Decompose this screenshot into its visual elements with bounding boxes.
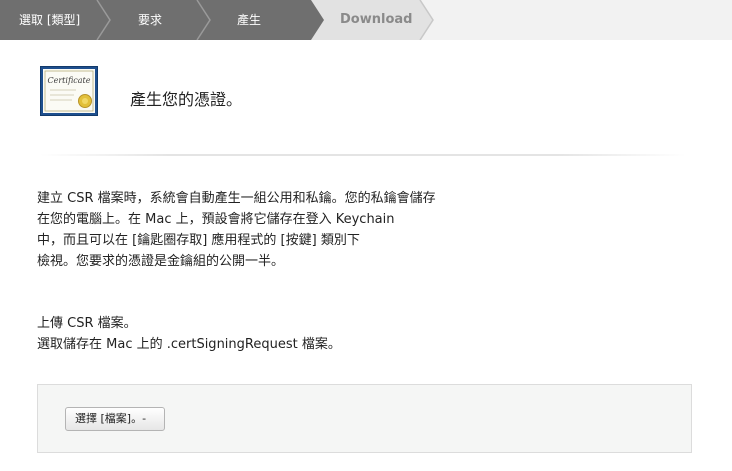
divider (40, 154, 686, 156)
upload-section: 上傳 CSR 檔案。 選取儲存在 Mac 上的 .certSigningRequ… (37, 313, 341, 355)
file-upload-box: 選擇 [檔案]。- (37, 384, 692, 453)
upload-description: 選取儲存在 Mac 上的 .certSigningRequest 檔案。 (37, 337, 341, 352)
page-title: 產生您的憑證。 (130, 90, 243, 109)
step-generate: 產生 (237, 13, 262, 27)
step-download: Download (340, 12, 413, 27)
progress-steps: 選取 [類型] 要求 產生 Download (0, 0, 732, 40)
step-request: 要求 (138, 13, 163, 27)
choose-file-button[interactable]: 選擇 [檔案]。- (65, 407, 165, 431)
info-line: 在您的電腦上。在 Mac 上，預設會將它儲存在登入 Keychain (37, 212, 395, 227)
info-line: 建立 CSR 檔案時，系統會自動產生一組公用和私鑰。您的私鑰會儲存 (37, 191, 436, 206)
info-line: 中，而且可以在 [鑰匙圈存取] 應用程式的 [按鍵] 類別下 (37, 233, 360, 248)
certificate-icon: Certificate (40, 66, 98, 116)
step-select-type: 選取 [類型] (19, 13, 81, 27)
upload-heading: 上傳 CSR 檔案。 (37, 316, 137, 331)
certificate-icon-text: Certificate (48, 76, 91, 85)
info-line: 檢視。您要求的憑證是金鑰組的公開一半。 (37, 254, 285, 269)
info-text: 建立 CSR 檔案時，系統會自動產生一組公用和私鑰。您的私鑰會儲存 在您的電腦上… (37, 188, 477, 272)
